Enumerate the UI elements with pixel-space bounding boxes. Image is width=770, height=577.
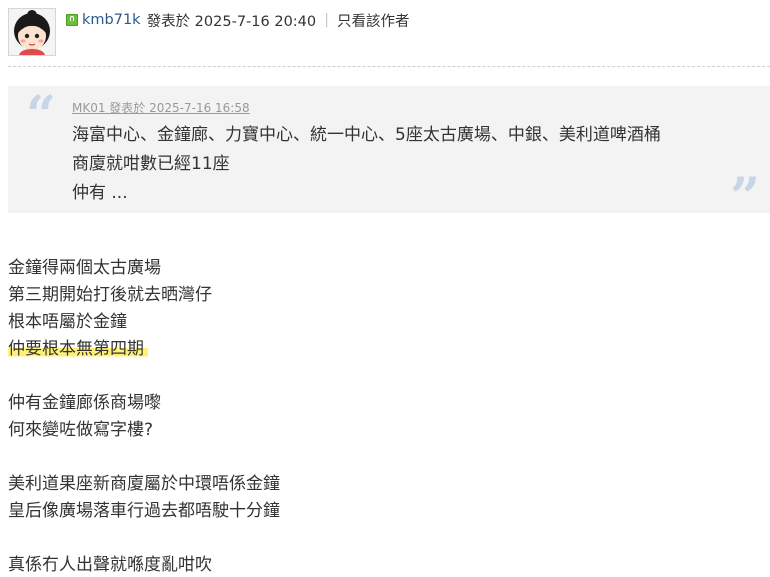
post-line: 根本唔屬於金鐘 xyxy=(8,312,127,332)
quote-block: “ MK01 發表於 2025-7-16 16:58 海富中心、金鐘廊、力寶中心… xyxy=(8,85,770,224)
post-timestamp: 發表於 2025-7-16 20:40 xyxy=(146,13,317,30)
cartoon-girl-avatar-icon xyxy=(9,9,55,55)
post-line: 真係冇人出聲就喺度亂咁吹 xyxy=(8,555,212,575)
post-line: 皇后像廣場落車行過去都唔駛十分鐘 xyxy=(8,501,280,521)
quote-line: 仲有 ... xyxy=(72,183,128,203)
post-line: 美利道果座新商廈屬於中環唔係金鐘 xyxy=(8,474,280,494)
header-separator: | xyxy=(324,12,330,28)
highlighted-text: 仲要根本無第四期 xyxy=(8,339,148,359)
open-quote-icon: “ xyxy=(26,85,56,146)
post-line: 何來變咗做寫字樓? xyxy=(8,420,154,440)
author-link[interactable]: kmb71k xyxy=(82,12,141,28)
only-author-link[interactable]: 只看該作者 xyxy=(337,10,410,31)
quote-line: 海富中心、金鐘廊、力寶中心、統一中心、5座太古廣場、中銀、美利道啤酒桶 xyxy=(72,125,661,145)
quote-author-link[interactable]: MK01 發表於 2025-7-16 16:58 xyxy=(72,99,250,116)
avatar[interactable] xyxy=(8,8,56,56)
post-header: kmb71k 發表於 2025-7-16 20:40 | 只看該作者 xyxy=(66,10,410,30)
post-line: 仲有金鐘廊係商場嚟 xyxy=(8,393,161,413)
quote-line: 商廈就咁數已經11座 xyxy=(72,154,230,174)
post-line-highlighted: 仲要根本無第四期 xyxy=(8,334,148,359)
divider xyxy=(8,66,770,67)
close-quote-icon: ” xyxy=(730,167,760,228)
post-line: 金鐘得兩個太古廣場 xyxy=(8,258,161,278)
online-user-icon xyxy=(66,14,78,26)
post-line: 第三期開始打後就去晒灣仔 xyxy=(8,285,212,305)
